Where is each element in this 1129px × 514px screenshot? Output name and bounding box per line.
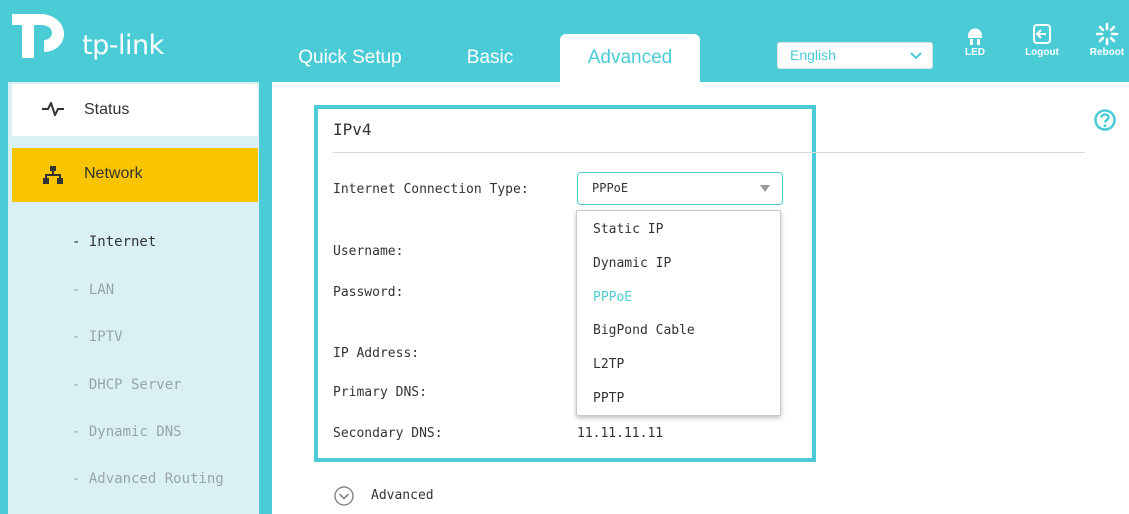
logout-button[interactable]: Logout xyxy=(1018,22,1066,68)
led-icon xyxy=(968,28,982,45)
chevron-circle-down-icon xyxy=(334,486,354,506)
sidebar-edge-left xyxy=(0,82,8,514)
language-select[interactable]: English xyxy=(777,42,933,69)
connection-type-dropdown: Static IP Dynamic IP PPPoE BigPond Cable… xyxy=(576,210,781,416)
option-static-ip[interactable]: Static IP xyxy=(593,222,663,237)
connection-type-select[interactable]: PPPoE xyxy=(577,172,783,205)
section-title: IPv4 xyxy=(333,120,372,139)
sidebar-item-network-label: Network xyxy=(84,165,143,182)
sidebar-item-advanced-routing[interactable]: - Advanced Routing xyxy=(72,471,224,487)
tab-quick-setup[interactable]: Quick Setup xyxy=(282,34,418,82)
connection-type-label: Internet Connection Type: xyxy=(333,182,529,197)
option-pptp[interactable]: PPTP xyxy=(593,391,624,406)
reboot-icon xyxy=(1095,22,1119,46)
logout-icon xyxy=(1033,24,1051,44)
reboot-button[interactable]: Reboot xyxy=(1083,22,1129,68)
primary-dns-label: Primary DNS: xyxy=(333,385,427,400)
pulse-icon xyxy=(42,102,64,116)
sidebar-item-iptv[interactable]: - IPTV xyxy=(72,329,123,345)
reboot-label: Reboot xyxy=(1089,47,1125,58)
led-button[interactable]: LED xyxy=(951,22,999,68)
option-pppoe[interactable]: PPPoE xyxy=(593,290,632,305)
option-l2tp[interactable]: L2TP xyxy=(593,357,624,372)
tp-link-logo[interactable]: tp-link xyxy=(10,12,170,61)
logout-label: Logout xyxy=(1025,47,1059,58)
sidebar-item-status-label: Status xyxy=(84,101,130,118)
password-label: Password: xyxy=(333,285,404,300)
sidebar-item-dhcp-server[interactable]: - DHCP Server xyxy=(72,377,182,393)
tab-basic[interactable]: Basic xyxy=(449,34,531,82)
chevron-down-icon xyxy=(910,52,922,60)
section-divider xyxy=(333,152,1085,153)
advanced-toggle-label: Advanced xyxy=(371,488,434,503)
username-label: Username: xyxy=(333,244,404,259)
sidebar-item-dynamic-dns[interactable]: - Dynamic DNS xyxy=(72,424,182,440)
sidebar-item-status[interactable]: Status xyxy=(12,84,258,136)
secondary-dns-value: 11.11.11.11 xyxy=(577,426,664,441)
secondary-dns-label: Secondary DNS: xyxy=(333,426,443,441)
led-label: LED xyxy=(965,47,985,58)
help-icon[interactable] xyxy=(1094,109,1116,131)
ip-address-label: IP Address: xyxy=(333,346,420,361)
tab-advanced[interactable]: Advanced xyxy=(560,34,700,82)
sidebar-item-network[interactable]: Network xyxy=(12,148,258,202)
network-icon xyxy=(43,166,63,184)
tp-link-logo-mark xyxy=(12,14,64,58)
sidebar-item-internet[interactable]: - Internet xyxy=(72,234,156,250)
brand-name: tp-link xyxy=(82,30,164,61)
advanced-toggle[interactable]: Advanced xyxy=(333,485,434,511)
sidebar-item-lan[interactable]: - LAN xyxy=(72,282,114,298)
language-select-value: English xyxy=(790,47,836,63)
option-dynamic-ip[interactable]: Dynamic IP xyxy=(593,256,671,271)
option-bigpond-cable[interactable]: BigPond Cable xyxy=(593,323,695,338)
sidebar-edge-right xyxy=(259,82,272,514)
caret-down-icon xyxy=(760,185,770,192)
connection-type-value: PPPoE xyxy=(592,181,629,195)
